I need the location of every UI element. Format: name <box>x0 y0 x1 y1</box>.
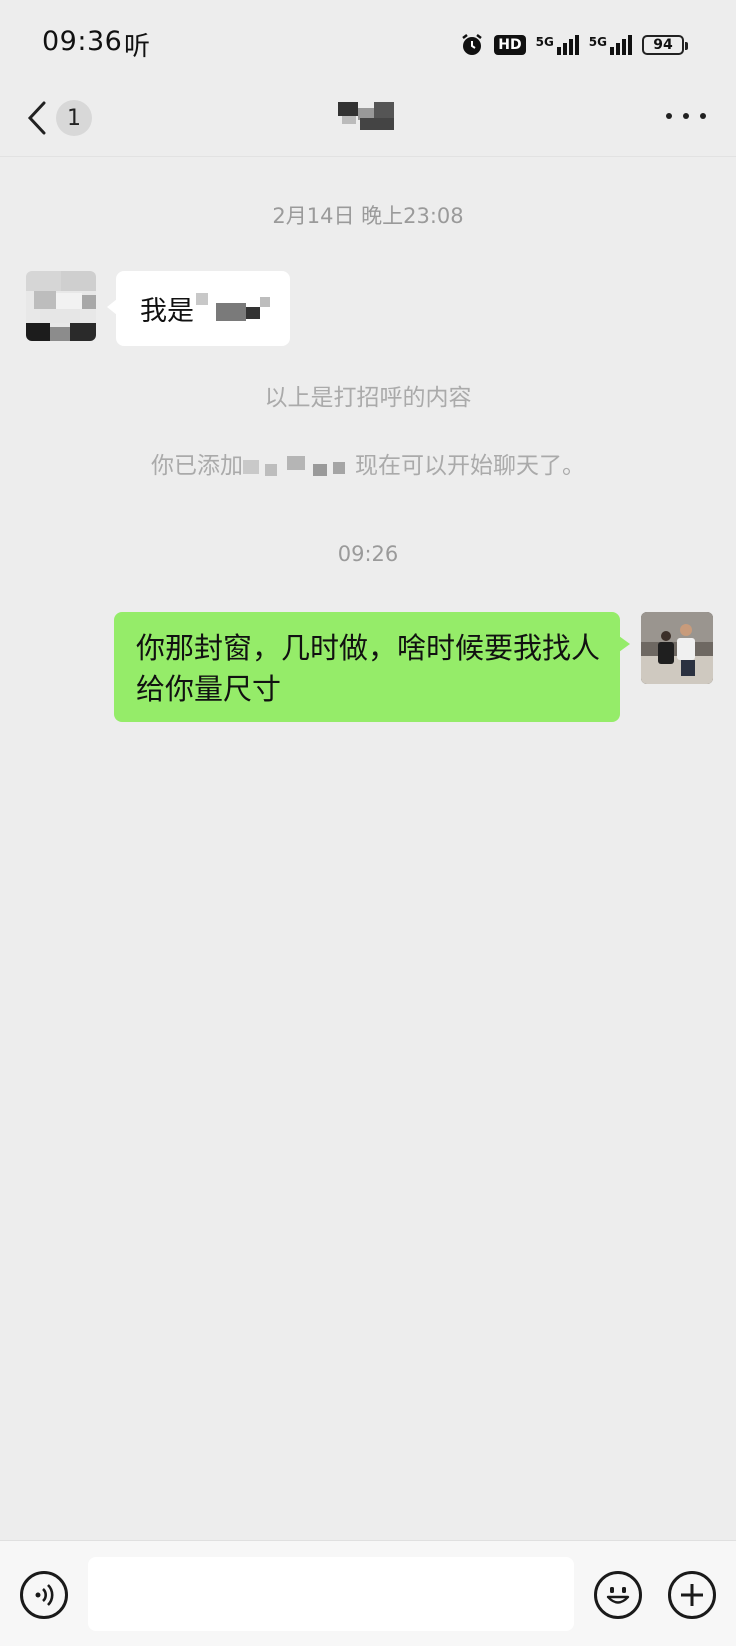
status-app-indicator: 听 <box>124 32 151 62</box>
emoji-icon <box>606 1587 630 1604</box>
contact-name-blurred <box>338 100 402 132</box>
avatar-photo <box>641 612 713 684</box>
signal-icon: 5G <box>536 35 579 55</box>
status-icons: HD 5G 5G 94 <box>460 30 688 60</box>
input-bar <box>0 1540 736 1646</box>
hd-badge: HD <box>494 35 526 55</box>
greeting-notice: 以上是打招呼的内容 <box>264 385 472 411</box>
more-icon <box>666 113 672 119</box>
incoming-message-bubble[interactable]: 我是 <box>107 271 290 346</box>
unread-count-badge: 1 <box>56 100 92 136</box>
battery-icon: 94 <box>642 35 688 55</box>
network-type-2: 5G <box>588 35 607 49</box>
status-bar: 09:36 听 HD 5G 5G 94 <box>0 0 736 88</box>
outgoing-message-text: 你那封窗，几时做，啥时候要我找人给你量尺寸 <box>136 631 601 706</box>
voice-icon <box>35 1584 54 1606</box>
message-input[interactable] <box>88 1557 574 1631</box>
plus-icon <box>681 1584 703 1606</box>
signal-icon: 5G <box>589 35 632 55</box>
chat-timestamp: 2月14日 晚上23:08 <box>272 204 464 228</box>
contact-avatar[interactable] <box>26 271 96 341</box>
name-blurred <box>243 455 355 478</box>
chat-header: 1 <box>0 88 736 157</box>
status-time: 09:36 <box>42 26 123 57</box>
back-button[interactable]: 1 <box>26 92 106 144</box>
my-avatar[interactable] <box>641 612 713 684</box>
friend-added-notice: 你已添加 现在可以开始聊天了。 <box>0 446 736 480</box>
emoji-button[interactable] <box>594 1571 642 1619</box>
voice-button[interactable] <box>20 1571 68 1619</box>
more-options-button[interactable] <box>666 106 706 126</box>
network-type-1: 5G <box>535 35 554 49</box>
friend-added-prefix: 你已添加 <box>151 453 243 479</box>
more-functions-button[interactable] <box>668 1571 716 1619</box>
outgoing-message-bubble[interactable]: 你那封窗，几时做，啥时候要我找人给你量尺寸 <box>114 612 630 722</box>
name-blurred <box>196 289 280 329</box>
alarm-icon <box>462 34 482 55</box>
back-arrow-icon <box>27 101 46 135</box>
incoming-message-text: 我是 <box>140 296 194 327</box>
chat-timestamp: 09:26 <box>337 542 399 566</box>
friend-added-suffix: 现在可以开始聊天了。 <box>355 453 585 479</box>
